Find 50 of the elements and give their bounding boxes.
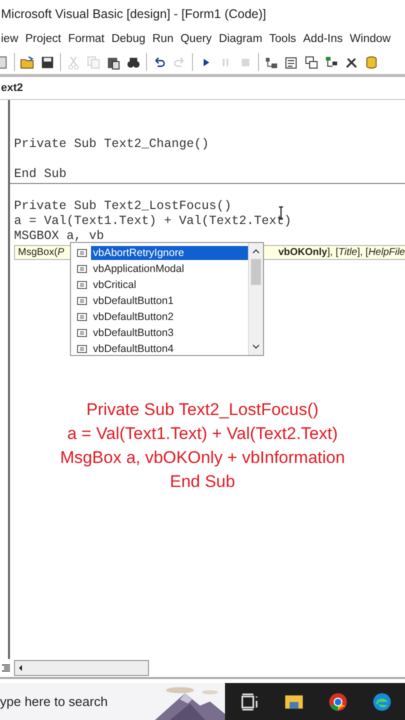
- scroll-left-icon[interactable]: [18, 664, 24, 672]
- code-line: Private Sub Text2_Change(): [14, 137, 210, 152]
- menu-item[interactable]: iew: [1, 33, 18, 45]
- menu-item[interactable]: Debug: [111, 33, 146, 45]
- object-dropdown[interactable]: ext2: [1, 82, 24, 94]
- object-browser-icon[interactable]: [324, 54, 339, 70]
- horizontal-scrollbar[interactable]: [14, 660, 149, 676]
- caption-text: a = Val(Text1.Text) + Val(Text2.Text): [67, 423, 338, 445]
- code-editor[interactable]: [8, 100, 405, 659]
- form-layout-icon[interactable]: [304, 54, 319, 70]
- completion-item[interactable]: vbDefaultButton1: [71, 293, 248, 309]
- completion-item[interactable]: vbApplicationModal: [71, 261, 248, 277]
- browser-icon[interactable]: [371, 690, 393, 712]
- constant-icon: [77, 296, 87, 306]
- window-title: Microsoft Visual Basic [design] - [Form1 (Code)]: [1, 7, 266, 21]
- scroll-thumb[interactable]: [251, 259, 261, 285]
- browser-icon[interactable]: [327, 690, 349, 712]
- code-line: a = Val(Text1.Text) + Val(Text2.Text): [14, 214, 292, 229]
- completion-item[interactable]: vbDefaultButton2: [71, 309, 248, 325]
- menu-item[interactable]: Project: [25, 33, 62, 45]
- menu-item[interactable]: Query: [180, 33, 212, 45]
- menu-item[interactable]: Window: [350, 33, 391, 45]
- full-module-view-icon[interactable]: [0, 662, 12, 674]
- scroll-up-icon[interactable]: [252, 248, 260, 254]
- completion-item[interactable]: vbCritical: [71, 277, 248, 293]
- menu-item[interactable]: Run: [152, 33, 174, 45]
- completion-item[interactable]: vbDefaultButton4: [71, 341, 248, 357]
- constant-icon: [77, 328, 87, 338]
- save-icon[interactable]: [40, 54, 55, 70]
- menu-item[interactable]: Format: [68, 33, 104, 45]
- database-icon[interactable]: [364, 54, 379, 70]
- constant-icon: [77, 344, 87, 354]
- properties-icon[interactable]: [284, 54, 299, 70]
- caption-text: Private Sub Text2_LostFocus(): [86, 399, 319, 421]
- menu-item[interactable]: Tools: [269, 33, 296, 45]
- code-line: Private Sub Text2_LostFocus(): [14, 199, 232, 214]
- constant-icon: [77, 312, 87, 322]
- caption-text: End Sub: [170, 471, 236, 493]
- list-scrollbar[interactable]: [248, 243, 263, 355]
- constant-icon: [77, 264, 87, 274]
- caption-text: MsgBox a, vbOKOnly + vbInformation: [60, 447, 345, 469]
- code-line: End Sub: [14, 167, 67, 182]
- menu-item[interactable]: Add-Ins: [303, 33, 343, 45]
- scroll-down-icon[interactable]: [252, 344, 260, 350]
- menu-item[interactable]: Diagram: [218, 33, 262, 45]
- constant-icon: [77, 280, 87, 290]
- open-folder-icon[interactable]: [20, 54, 35, 70]
- code-line: MSGBOX a, vb: [14, 229, 104, 244]
- completion-item[interactable]: vbDefaultButton3: [71, 325, 248, 341]
- constant-icon: [77, 248, 87, 258]
